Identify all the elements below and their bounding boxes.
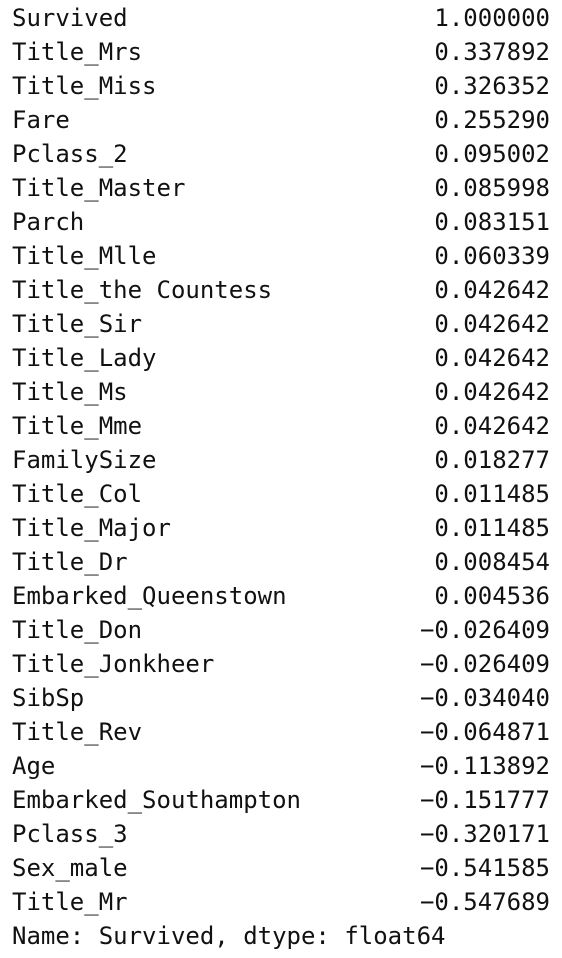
series-row: Title_Dr 0.008454 (12, 545, 550, 579)
row-label: Pclass_2 (12, 140, 128, 168)
series-row: Parch 0.083151 (12, 205, 550, 239)
series-row: Title_Jonkheer −0.026409 (12, 647, 550, 681)
row-value: −0.113892 (419, 752, 550, 780)
row-label: Title_Jonkheer (12, 650, 215, 678)
row-value: −0.034040 (419, 684, 550, 712)
series-row: Title_Lady 0.042642 (12, 341, 550, 375)
row-value: 0.042642 (434, 344, 550, 372)
row-label: Sex_male (12, 854, 128, 882)
row-label: Pclass_3 (12, 820, 128, 848)
series-row: Survived 1.000000 (12, 1, 550, 35)
series-footer: Name: Survived, dtype: float64 (12, 922, 446, 950)
series-row: Title_Mr −0.547689 (12, 885, 550, 919)
series-row: Sex_male −0.541585 (12, 851, 550, 885)
row-value: −0.151777 (419, 786, 550, 814)
series-row: Fare 0.255290 (12, 103, 550, 137)
series-row: Title_Mrs 0.337892 (12, 35, 550, 69)
row-value: 0.337892 (434, 38, 550, 66)
series-row: Title_Col 0.011485 (12, 477, 550, 511)
correlation-series-output: Survived 1.000000 Title_Mrs 0.337892 Title_M… (12, 1, 550, 953)
series-row: Title_Don −0.026409 (12, 613, 550, 647)
series-row: Title_Ms 0.042642 (12, 375, 550, 409)
row-label: Title_Don (12, 616, 143, 644)
row-label: Title_Mme (12, 412, 143, 440)
row-value: 0.008454 (434, 548, 550, 576)
row-value: 0.042642 (434, 412, 550, 440)
row-value: 0.042642 (434, 276, 550, 304)
series-row: SibSp −0.034040 (12, 681, 550, 715)
row-value: 0.011485 (434, 514, 550, 542)
series-row: Embarked_Southampton −0.151777 (12, 783, 550, 817)
row-label: Embarked_Southampton (12, 786, 301, 814)
row-label: Title_Rev (12, 718, 143, 746)
row-value: 0.042642 (434, 310, 550, 338)
row-label: Title_Major (12, 514, 171, 542)
row-value: 0.326352 (434, 72, 550, 100)
row-value: 0.095002 (434, 140, 550, 168)
row-label: Title_Lady (12, 344, 157, 372)
row-value: 0.255290 (434, 106, 550, 134)
row-value: 0.018277 (434, 446, 550, 474)
series-row: Title_the Countess 0.042642 (12, 273, 550, 307)
row-label: Fare (12, 106, 70, 134)
row-label: Title_Col (12, 480, 143, 508)
series-row: Title_Sir 0.042642 (12, 307, 550, 341)
row-label: Title_Master (12, 174, 186, 202)
row-value: 0.085998 (434, 174, 550, 202)
series-row: Age −0.113892 (12, 749, 550, 783)
row-value: −0.064871 (419, 718, 550, 746)
row-label: SibSp (12, 684, 85, 712)
row-value: 0.083151 (434, 208, 550, 236)
series-row: Title_Rev −0.064871 (12, 715, 550, 749)
row-label: Embarked_Queenstown (12, 582, 287, 610)
row-label: Age (12, 752, 56, 780)
row-value: 1.000000 (434, 4, 550, 32)
series-row: Title_Major 0.011485 (12, 511, 550, 545)
row-value: −0.026409 (419, 650, 550, 678)
series-row: Title_Mlle 0.060339 (12, 239, 550, 273)
row-label: Title_Ms (12, 378, 128, 406)
row-label: FamilySize (12, 446, 157, 474)
row-label: Title_Dr (12, 548, 128, 576)
row-value: 0.060339 (434, 242, 550, 270)
row-label: Title_Mr (12, 888, 128, 916)
row-value: 0.004536 (434, 582, 550, 610)
row-value: 0.011485 (434, 480, 550, 508)
row-label: Title_Miss (12, 72, 157, 100)
row-label: Survived (12, 4, 128, 32)
series-row: Embarked_Queenstown 0.004536 (12, 579, 550, 613)
series-row: Title_Master 0.085998 (12, 171, 550, 205)
row-value: −0.547689 (419, 888, 550, 916)
row-label: Parch (12, 208, 85, 236)
series-row: Title_Mme 0.042642 (12, 409, 550, 443)
row-label: Title_the Countess (12, 276, 273, 304)
series-row: Pclass_3 −0.320171 (12, 817, 550, 851)
row-label: Title_Sir (12, 310, 143, 338)
row-value: −0.026409 (419, 616, 550, 644)
series-row: FamilySize 0.018277 (12, 443, 550, 477)
row-value: 0.042642 (434, 378, 550, 406)
row-label: Title_Mrs (12, 38, 143, 66)
row-value: −0.541585 (419, 854, 550, 882)
row-label: Title_Mlle (12, 242, 157, 270)
series-rows: Survived 1.000000 Title_Mrs 0.337892 Title_M… (12, 1, 550, 919)
series-row: Pclass_2 0.095002 (12, 137, 550, 171)
series-row: Title_Miss 0.326352 (12, 69, 550, 103)
row-value: −0.320171 (419, 820, 550, 848)
